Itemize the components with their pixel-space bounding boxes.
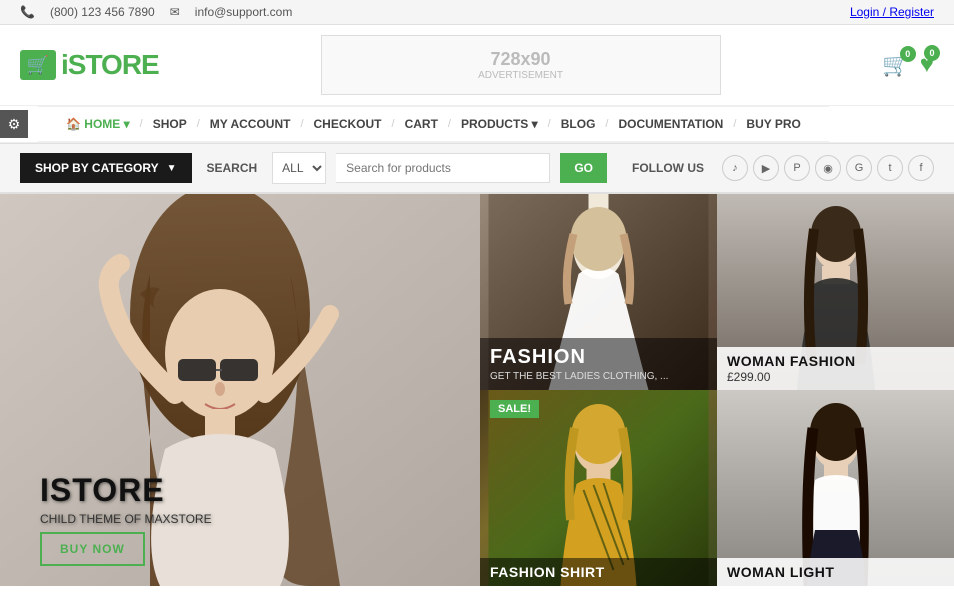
fashion-shirt-svg (480, 390, 717, 586)
logo-letter-store: STORE (68, 49, 159, 80)
phone-number: (800) 123 456 7890 (50, 5, 155, 19)
nav-documentation[interactable]: DOCUMENTATION (610, 107, 731, 141)
wishlist-button[interactable]: ♥ 0 (920, 51, 934, 79)
shop-by-category-button[interactable]: SHOP BY CATEGORY ▼ (20, 153, 192, 183)
shop-by-category-label: SHOP BY CATEGORY (35, 161, 159, 175)
fashion-title: FASHION (490, 346, 707, 369)
hero-title: ISTORE (40, 472, 212, 509)
woman-light-overlay: WOMAN LIGHT (717, 558, 954, 586)
logo-letter-i: i (61, 49, 68, 80)
woman-light-image (717, 390, 954, 586)
cart-badge: 0 (900, 46, 916, 62)
email-address: info@support.com (195, 5, 293, 19)
grid-item-woman-fashion[interactable]: WOMAN FASHION £299.00 (717, 194, 954, 390)
logo-cart-icon: 🛒 (20, 50, 56, 80)
login-register-link[interactable]: Login / Register (850, 5, 934, 19)
product-grid: FASHION GET THE BEST LADIES CLOTHING, ..… (480, 194, 954, 586)
woman-light-title: WOMAN LIGHT (727, 564, 944, 580)
facebook-icon[interactable]: f (908, 155, 934, 181)
instagram-icon[interactable]: ◉ (815, 155, 841, 181)
header: 🛒 iSTORE 728x90 ADVERTISEMENT 🛒 0 ♥ 0 (0, 25, 954, 105)
top-bar: 📞 (800) 123 456 7890 ✉ info@support.com … (0, 0, 954, 25)
fashion-shirt-overlay: FASHION SHIRT (480, 558, 717, 586)
category-select[interactable]: ALL (272, 152, 326, 184)
nav-buy-pro[interactable]: BUY PRO (738, 107, 808, 141)
search-go-button[interactable]: GO (560, 153, 607, 183)
ad-banner: 728x90 ADVERTISEMENT (321, 35, 721, 95)
main-nav: 🏠 HOME ▾ / SHOP / MY ACCOUNT / CHECKOUT … (38, 106, 829, 142)
search-label: SEARCH (202, 161, 263, 175)
logo[interactable]: 🛒 iSTORE (20, 49, 159, 81)
hero-model-svg (0, 194, 480, 586)
woman-fashion-price: £299.00 (727, 370, 944, 384)
youtube-icon[interactable]: ▶ (753, 155, 779, 181)
buy-now-button[interactable]: BUY NOW (40, 532, 145, 566)
nav-shop[interactable]: SHOP (145, 107, 195, 141)
sale-badge: SALE! (490, 400, 539, 418)
cart-button[interactable]: 🛒 0 (882, 52, 909, 78)
hero-subtitle: CHILD THEME OF MAXSTORE (40, 512, 212, 526)
nav-checkout[interactable]: CHECKOUT (306, 107, 390, 141)
nav-products[interactable]: PRODUCTS ▾ (453, 107, 546, 141)
woman-fashion-overlay: WOMAN FASHION £299.00 (717, 347, 954, 390)
main-content: ISTORE CHILD THEME OF MAXSTORE BUY NOW (0, 194, 954, 586)
fashion-subtitle: GET THE BEST LADIES CLOTHING, ... (490, 371, 707, 382)
top-bar-left: 📞 (800) 123 456 7890 ✉ info@support.com (20, 5, 292, 19)
nav-home[interactable]: 🏠 HOME ▾ (58, 107, 138, 141)
google-plus-icon[interactable]: G (846, 155, 872, 181)
nav-cart[interactable]: CART (397, 107, 446, 141)
fashion-shirt-image (480, 390, 717, 586)
social-icons: ♪ ▶ P ◉ G t f (722, 155, 934, 181)
woman-fashion-title: WOMAN FASHION (727, 353, 944, 369)
ad-size-text: 728x90 (490, 49, 550, 70)
pinterest-icon[interactable]: P (784, 155, 810, 181)
header-icons: 🛒 0 ♥ 0 (882, 51, 934, 79)
nav-blog[interactable]: BLOG (553, 107, 604, 141)
woman-light-svg (717, 390, 954, 586)
search-bar: SHOP BY CATEGORY ▼ SEARCH ALL GO FOLLOW … (0, 143, 954, 194)
nav-my-account[interactable]: MY ACCOUNT (202, 107, 299, 141)
follow-us-label: FOLLOW US (632, 161, 704, 175)
ad-label: ADVERTISEMENT (478, 70, 563, 81)
hero-banner: ISTORE CHILD THEME OF MAXSTORE BUY NOW (0, 194, 480, 586)
grid-item-fashion[interactable]: FASHION GET THE BEST LADIES CLOTHING, ..… (480, 194, 717, 390)
fashion-shirt-title: FASHION SHIRT (490, 564, 707, 580)
grid-item-woman-light[interactable]: WOMAN LIGHT (717, 390, 954, 586)
settings-button[interactable]: ⚙ (0, 110, 28, 138)
grid-item-fashion-shirt[interactable]: SALE! FASHION SHIRT (480, 390, 717, 586)
fashion-overlay: FASHION GET THE BEST LADIES CLOTHING, ..… (480, 338, 717, 390)
logo-text: iSTORE (61, 49, 159, 81)
top-bar-right: Login / Register (850, 5, 934, 19)
wishlist-badge: 0 (924, 45, 940, 61)
soundcloud-icon[interactable]: ♪ (722, 155, 748, 181)
hero-text: ISTORE CHILD THEME OF MAXSTORE (40, 472, 212, 526)
chevron-down-icon: ▼ (167, 163, 177, 174)
phone-icon: 📞 (20, 5, 35, 19)
twitter-icon[interactable]: t (877, 155, 903, 181)
search-input[interactable] (336, 153, 550, 183)
nav-wrapper: ⚙ 🏠 HOME ▾ / SHOP / MY ACCOUNT / CHECKOU… (0, 105, 954, 143)
email-icon: ✉ (170, 5, 180, 19)
